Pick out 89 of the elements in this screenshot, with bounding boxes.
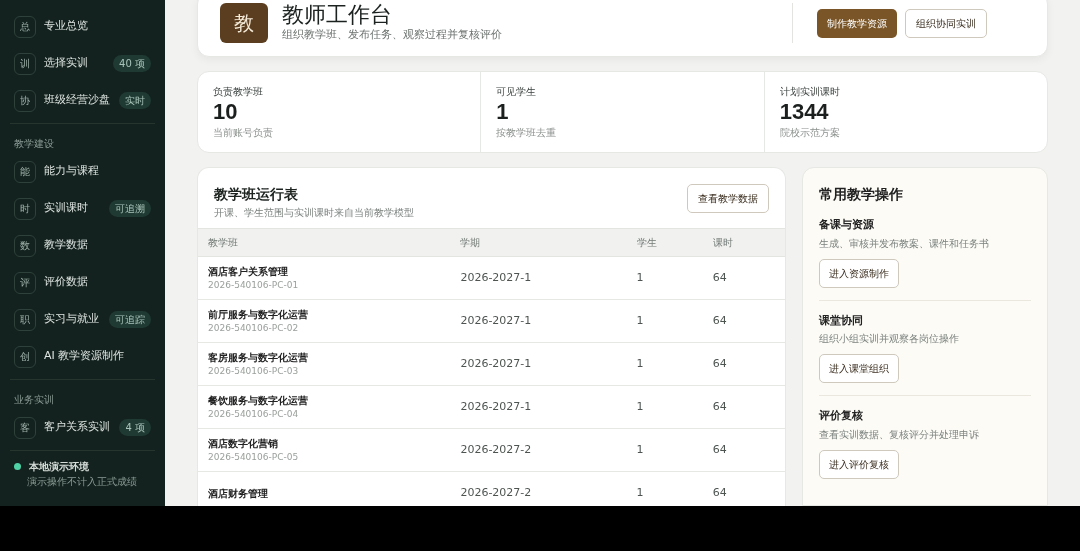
table-cell: 2026-2027-2	[460, 485, 532, 499]
sidebar-item[interactable]: 评 评价数据	[10, 264, 155, 301]
count-badge: 可追溯	[109, 200, 151, 217]
class-name: 餐饮服务与数字化运营	[208, 393, 309, 408]
sidebar-item[interactable]: 训 选择实训 40 项	[10, 45, 155, 82]
nav-glyph-icon: 能	[14, 160, 36, 183]
nav-glyph-icon: 创	[14, 345, 36, 368]
table-cell: 64	[712, 399, 727, 413]
view-data-button[interactable]: 查看教学数据	[687, 184, 769, 214]
column-header: 学生	[626, 228, 703, 257]
table-cell: 1	[636, 399, 644, 413]
class-code: 2026-540106-PC-01	[208, 278, 300, 292]
table-cell: 1	[636, 270, 644, 284]
table-cell: 2026-2027-2	[460, 442, 532, 456]
stat-label: 计划实训课时	[779, 84, 841, 99]
nav-glyph-icon: 评	[14, 271, 36, 294]
class-name: 酒店财务管理	[208, 486, 269, 501]
class-code: 2026-540106-PC-05	[208, 450, 300, 464]
table-cell: 64	[712, 270, 727, 284]
sidebar-item[interactable]: 职 实习与就业 可追踪	[10, 301, 155, 338]
count-badge: 40 项	[113, 55, 151, 72]
sidebar-item[interactable]: 数 教学数据	[10, 227, 155, 264]
logo-icon: 教	[220, 3, 268, 44]
stat-note: 院校示范方案	[779, 126, 841, 141]
action-button[interactable]: 制作教学资源	[817, 8, 897, 38]
class-name: 酒店客户关系管理	[208, 264, 289, 279]
nav-glyph-icon: 训	[14, 52, 36, 75]
class-name: 酒店数字化营销	[208, 436, 279, 451]
enter-button[interactable]: 进入课堂组织	[819, 354, 899, 384]
section-heading: 教学建设	[14, 137, 55, 151]
sidebar-item[interactable]: 协 班级经营沙盘 实时	[10, 82, 155, 119]
table-cell: 1	[636, 356, 644, 370]
action-description: 生成、审核并发布教案、课件和任务书	[819, 236, 990, 251]
table-cell: 2026-2027-1	[460, 270, 532, 284]
table-cell: 2026-2027-1	[460, 399, 532, 413]
table-cell: 64	[712, 313, 727, 327]
action-description: 查看实训数据、复核评分并处理申诉	[819, 427, 980, 442]
page-subtitle: 组织教学班、发布任务、观察过程并复核评价	[282, 27, 502, 44]
stat-value: 1	[496, 98, 510, 126]
table-cell: 2026-2027-1	[460, 356, 532, 370]
table-cell: 1	[636, 485, 644, 499]
class-name: 客房服务与数字化运营	[208, 350, 309, 365]
table-cell: 64	[712, 485, 727, 499]
stat-note: 按教学班去重	[496, 126, 558, 141]
table-subtitle: 开课、学生范围与实训课时来自当前教学模型	[214, 206, 414, 221]
table-cell: 64	[712, 356, 727, 370]
action-title: 评价复核	[819, 408, 864, 425]
stat-value: 1344	[779, 98, 830, 126]
table-cell: 1	[636, 442, 644, 456]
table-title: 教学班运行表	[214, 185, 299, 205]
sidebar-item[interactable]: 总 专业总览	[10, 8, 155, 45]
enter-button[interactable]: 进入评价复核	[819, 449, 899, 479]
sidebar-item[interactable]: 客 客户关系实训 4 项	[10, 409, 155, 446]
class-code: 2026-540106-PC-04	[208, 407, 300, 421]
action-title: 备课与资源	[819, 217, 875, 234]
nav-glyph-icon: 数	[14, 234, 36, 257]
class-code: 2026-540106-PC-02	[208, 321, 300, 335]
class-code: 2026-540106-PC-03	[208, 364, 300, 378]
page-title: 教师工作台	[282, 3, 393, 28]
action-description: 组织小组实训并观察各岗位操作	[819, 332, 960, 347]
table-cell: 2026-2027-1	[460, 313, 532, 327]
table-cell: 64	[712, 442, 727, 456]
class-name: 前厅服务与数字化运营	[208, 307, 309, 322]
count-badge: 4 项	[119, 419, 151, 436]
action-button[interactable]: 组织协同实训	[905, 8, 987, 38]
table-cell: 1	[636, 313, 644, 327]
section-heading: 业务实训	[14, 393, 55, 407]
count-badge: 实时	[119, 92, 151, 109]
action-title: 课堂协同	[819, 312, 864, 329]
environment-title: 本地演示环境	[29, 460, 89, 474]
column-header: 学期	[450, 228, 627, 257]
actions-title: 常用教学操作	[819, 185, 904, 205]
environment-note: 演示操作不计入正式成绩	[26, 475, 138, 489]
nav-glyph-icon: 职	[14, 308, 36, 331]
stat-label: 负责教学班	[213, 84, 264, 99]
nav-glyph-icon: 总	[14, 15, 36, 38]
stat-label: 可见学生	[496, 84, 538, 99]
sidebar-item[interactable]: 能 能力与课程	[10, 153, 155, 190]
enter-button[interactable]: 进入资源制作	[819, 258, 899, 288]
sidebar-item[interactable]: 创 AI 教学资源制作	[10, 338, 155, 375]
column-header: 教学班	[198, 228, 451, 257]
nav-glyph-icon: 协	[14, 89, 36, 112]
stat-value: 10	[213, 98, 239, 126]
stat-note: 当前账号负责	[213, 126, 274, 141]
sidebar-item[interactable]: 时 实训课时 可追溯	[10, 190, 155, 227]
column-header: 课时	[702, 228, 785, 257]
nav-glyph-icon: 客	[14, 416, 36, 439]
count-badge: 可追踪	[109, 311, 151, 328]
nav-glyph-icon: 时	[14, 197, 36, 220]
